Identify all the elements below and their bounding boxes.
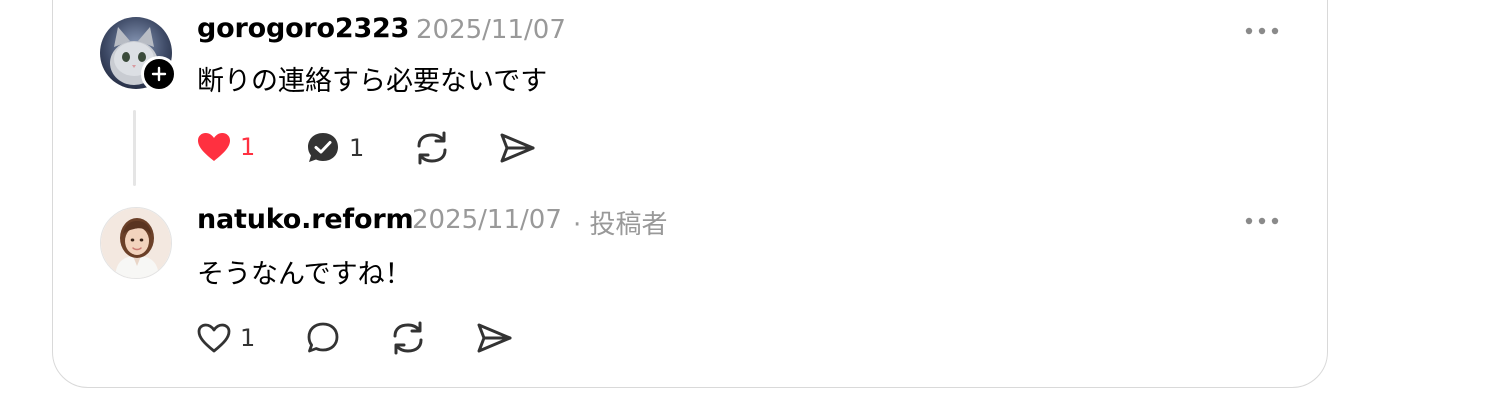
reply-button[interactable] (305, 321, 341, 355)
heart-outline-icon (197, 323, 231, 353)
comment-date: 2025/11/07 (412, 205, 562, 235)
follow-button[interactable] (141, 56, 177, 92)
repost-button[interactable] (389, 320, 427, 356)
like-button[interactable]: 1 (196, 322, 255, 354)
repost-button[interactable] (413, 130, 451, 166)
comment-text: そうなんですね！ (197, 259, 412, 290)
like-button[interactable]: 1 (196, 131, 255, 163)
thread-connector-line (133, 110, 136, 186)
woman-avatar[interactable] (100, 207, 172, 279)
like-count: 1 (240, 324, 256, 352)
repost-icon (417, 131, 447, 165)
reply-count: 1 (349, 134, 365, 162)
comment-text: 断りの連絡すら必要ないです (197, 66, 548, 97)
repost-icon (393, 321, 423, 355)
more-options-button[interactable] (1242, 209, 1282, 233)
comment-username[interactable]: gorogoro2323 (197, 13, 409, 44)
send-icon (500, 133, 535, 163)
comment-username[interactable]: natuko.reform (197, 204, 414, 235)
author-tag: · 投稿者 (573, 210, 668, 240)
speech-bubble-icon (307, 322, 339, 353)
share-button[interactable] (475, 321, 513, 355)
more-options-button[interactable] (1242, 19, 1282, 43)
replied-bubble-icon (308, 133, 338, 162)
heart-filled-icon (198, 133, 230, 161)
more-dots-icon (1245, 27, 1279, 35)
share-button[interactable] (498, 131, 536, 165)
more-dots-icon (1245, 217, 1279, 225)
reply-button[interactable]: 1 (305, 131, 364, 165)
send-icon (477, 323, 512, 353)
like-count: 1 (240, 133, 256, 161)
plus-icon (151, 66, 167, 82)
comment-date: 2025/11/07 (416, 15, 566, 45)
